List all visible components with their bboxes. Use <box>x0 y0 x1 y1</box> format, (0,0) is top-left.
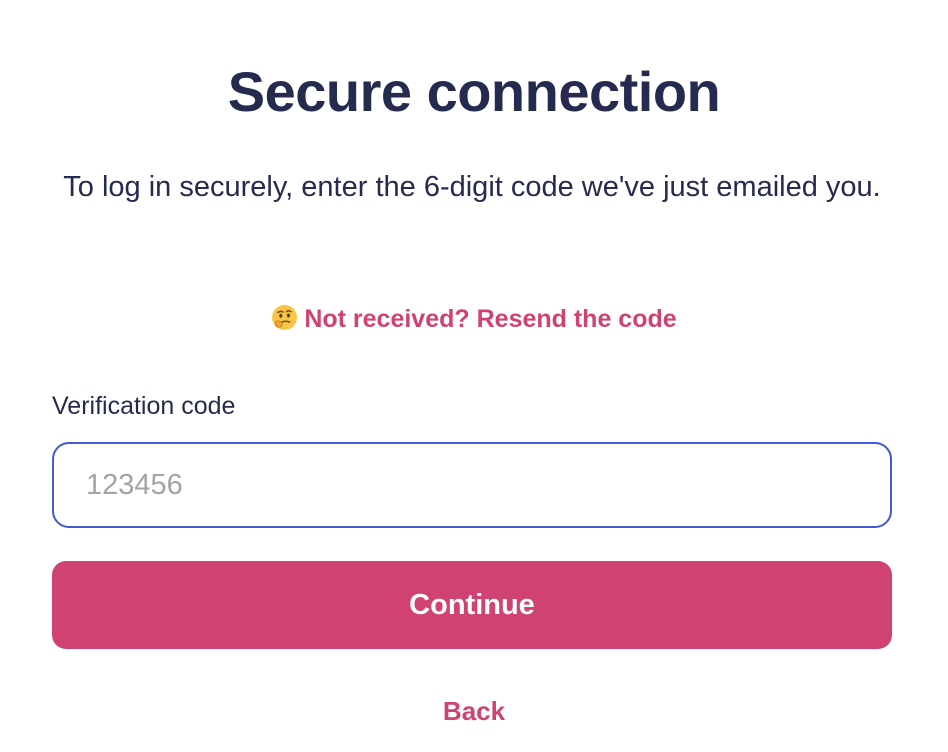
continue-button[interactable]: Continue <box>52 561 892 649</box>
back-row: Back <box>0 692 948 730</box>
verification-code-input[interactable] <box>52 442 892 528</box>
back-link[interactable]: Back <box>443 696 505 726</box>
verification-code-label: Verification code <box>52 392 236 420</box>
thinking-face-icon <box>271 304 298 331</box>
resend-code-link[interactable]: Not received? Resend the code <box>304 305 676 333</box>
resend-code-row: Not received? Resend the code <box>0 300 948 338</box>
page-title: Secure connection <box>227 59 721 123</box>
instructions-text: To log in securely, enter the 6-digit co… <box>63 171 881 203</box>
